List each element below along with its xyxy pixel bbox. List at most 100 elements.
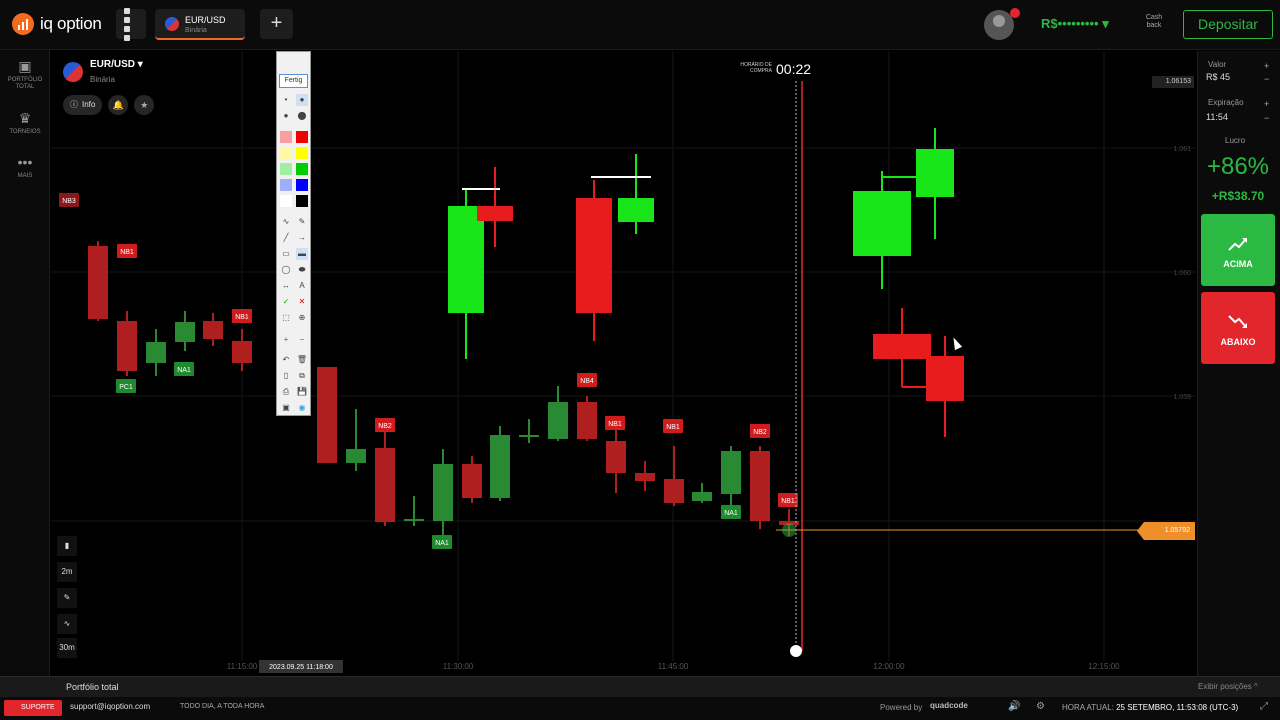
pencil-icon[interactable]: ✎: [296, 216, 308, 228]
minus-icon[interactable]: −: [296, 334, 308, 346]
candle: [404, 519, 424, 521]
freehand-icon[interactable]: ∿: [280, 216, 292, 228]
sidebar-item-portfolio[interactable]: ▣ PORTFÓLIO TOTAL: [0, 58, 50, 91]
sound-icon[interactable]: 🔊: [1008, 701, 1020, 712]
trophy-icon: ♛: [18, 110, 32, 126]
select-icon[interactable]: ⬚: [280, 312, 292, 324]
chart-type-button[interactable]: ▮: [57, 536, 77, 556]
screenshot-icon[interactable]: ▣: [280, 402, 292, 414]
current-price-glow: [782, 523, 796, 537]
big-candle: [618, 198, 654, 222]
sidebar-item-tournaments[interactable]: ♛ TORNEIOS: [0, 110, 50, 136]
check-icon[interactable]: ✓: [280, 296, 292, 308]
expiration-increase-button[interactable]: +: [1264, 99, 1269, 109]
save-icon[interactable]: 💾: [296, 386, 308, 398]
support-button[interactable]: SUPORTE: [4, 700, 62, 716]
color-blue[interactable]: [296, 179, 308, 191]
apps-grid-button[interactable]: [116, 7, 146, 41]
support-hours: TODO DIA, A TODA HORA: [180, 703, 265, 710]
color-black[interactable]: [296, 195, 308, 207]
text-icon[interactable]: A: [296, 280, 308, 292]
put-down-button[interactable]: ABAIXO: [1201, 292, 1275, 364]
info-button[interactable]: ⓘ Info: [63, 95, 103, 115]
color-white[interactable]: [280, 195, 292, 207]
asset-tab-eurusd[interactable]: EUR/USD Binária: [155, 9, 245, 40]
price-chart[interactable]: NB3 NB1 NB1 PC1 NA1 NB2 NA1 NB4 NB1 NB1 NA1 NB2 NB1 1…: [51, 51, 1196, 676]
logo-text: iq option: [40, 14, 102, 33]
show-positions-button[interactable]: Exibir posições ^: [1198, 682, 1258, 691]
candle: [721, 451, 741, 494]
portfolio-title[interactable]: Portfólio total: [66, 682, 119, 692]
color-light-green[interactable]: [280, 163, 292, 175]
purchase-countdown: 00:22: [776, 61, 812, 77]
value-increase-button[interactable]: +: [1264, 61, 1269, 71]
asset-tab-name: EUR/USD: [185, 15, 226, 25]
price-axis-label: 1.060: [1173, 270, 1191, 277]
value-decrease-button[interactable]: −: [1264, 74, 1269, 84]
candle: [88, 246, 108, 319]
big-candle: [853, 191, 911, 256]
copy-icon[interactable]: ⧉: [296, 370, 308, 382]
medium-dot-icon[interactable]: ●: [296, 94, 308, 106]
candle: [664, 479, 684, 503]
cashback-button[interactable]: Cash back: [1143, 14, 1165, 30]
candlestick-chart-canvas[interactable]: NB3 NB1 NB1 PC1 NA1 NB2 NA1 NB4 NB1 NB1 NA1 NB2 NB1 1…: [51, 51, 1196, 676]
sidebar-item-label: MAIS: [17, 173, 33, 179]
filled-ellipse-icon[interactable]: ⬬: [296, 264, 308, 276]
arrow-line-icon[interactable]: →: [296, 232, 308, 244]
zoom-icon[interactable]: ⊕: [296, 312, 308, 324]
ellipse-icon[interactable]: ◯: [280, 264, 292, 276]
color-yellow[interactable]: [296, 147, 308, 159]
draw-tool-button[interactable]: ✎: [57, 588, 77, 608]
candle: [692, 492, 712, 501]
line-icon[interactable]: ╱: [280, 232, 292, 244]
expiration-label: Expiração: [1208, 98, 1244, 107]
iq-option-logo[interactable]: iq option: [12, 13, 102, 35]
rectangle-icon[interactable]: ▭: [280, 248, 292, 260]
color-green[interactable]: [296, 163, 308, 175]
filled-rectangle-icon[interactable]: ▬: [296, 248, 308, 260]
call-up-button[interactable]: ACIMA: [1201, 214, 1275, 286]
small-dot-icon[interactable]: •: [280, 94, 292, 106]
candle: [490, 435, 510, 498]
tool-done-button[interactable]: Fertig: [279, 74, 308, 88]
settings-gear-icon[interactable]: ⚙: [1036, 701, 1045, 712]
drawing-tool-panel[interactable]: Fertig • ● ● ⬤ ∿ ✎ ╱ → ▭ ▬ ◯ ⬬ ↔ A ✓ ✕ ⬚…: [276, 51, 311, 416]
trade-marker-label: NB1: [608, 421, 622, 428]
sidebar-item-more[interactable]: ••• MAIS: [0, 154, 50, 180]
double-arrow-icon[interactable]: ↔: [280, 280, 292, 292]
expiration-decrease-button[interactable]: −: [1264, 113, 1269, 123]
fullscreen-icon[interactable]: ⤢: [1260, 701, 1268, 712]
profit-amount: +R$38.70: [1211, 189, 1265, 203]
candle: [548, 402, 568, 439]
new-page-icon[interactable]: ▯: [280, 370, 292, 382]
time-axis-label: 11:30:00: [443, 662, 474, 671]
color-light-yellow[interactable]: [280, 147, 292, 159]
cross-icon[interactable]: ✕: [296, 296, 308, 308]
print-icon[interactable]: ⎙: [280, 386, 292, 398]
add-asset-button[interactable]: +: [260, 9, 293, 39]
favorite-star-button[interactable]: ★: [134, 95, 155, 115]
balance-display[interactable]: R$••••••••• ▾: [1041, 16, 1109, 32]
large-dot-icon[interactable]: ●: [280, 110, 292, 122]
plus-icon[interactable]: +: [280, 334, 292, 346]
clock-value: 25 SETEMBRO, 11:53:08 (UTC-3): [1116, 703, 1239, 712]
trade-marker-label: NB3: [62, 198, 76, 205]
chart-period-button[interactable]: 30m: [57, 638, 77, 658]
xl-dot-icon[interactable]: ⬤: [296, 110, 308, 122]
color-light-red[interactable]: [280, 131, 292, 143]
powered-by-label: Powered by: [880, 703, 923, 712]
color-light-blue[interactable]: [280, 179, 292, 191]
candle-timeframe-button[interactable]: 2m: [57, 562, 77, 582]
alert-bell-button[interactable]: 🔔: [108, 95, 129, 115]
put-down-label: ABAIXO: [1220, 337, 1256, 347]
portfolio-bar: Portfólio total Exibir posições ^: [0, 676, 1280, 697]
color-red[interactable]: [296, 131, 308, 143]
trash-icon[interactable]: 🗑: [296, 354, 308, 366]
undo-icon[interactable]: ↶: [280, 354, 292, 366]
support-email[interactable]: support@iqoption.com: [70, 702, 150, 711]
sidebar-item-label: PORTFÓLIO TOTAL: [7, 77, 43, 90]
indicator-button[interactable]: ∿: [57, 614, 77, 634]
deposit-button[interactable]: Depositar: [1183, 10, 1273, 39]
globe-icon[interactable]: ◉: [296, 402, 308, 414]
